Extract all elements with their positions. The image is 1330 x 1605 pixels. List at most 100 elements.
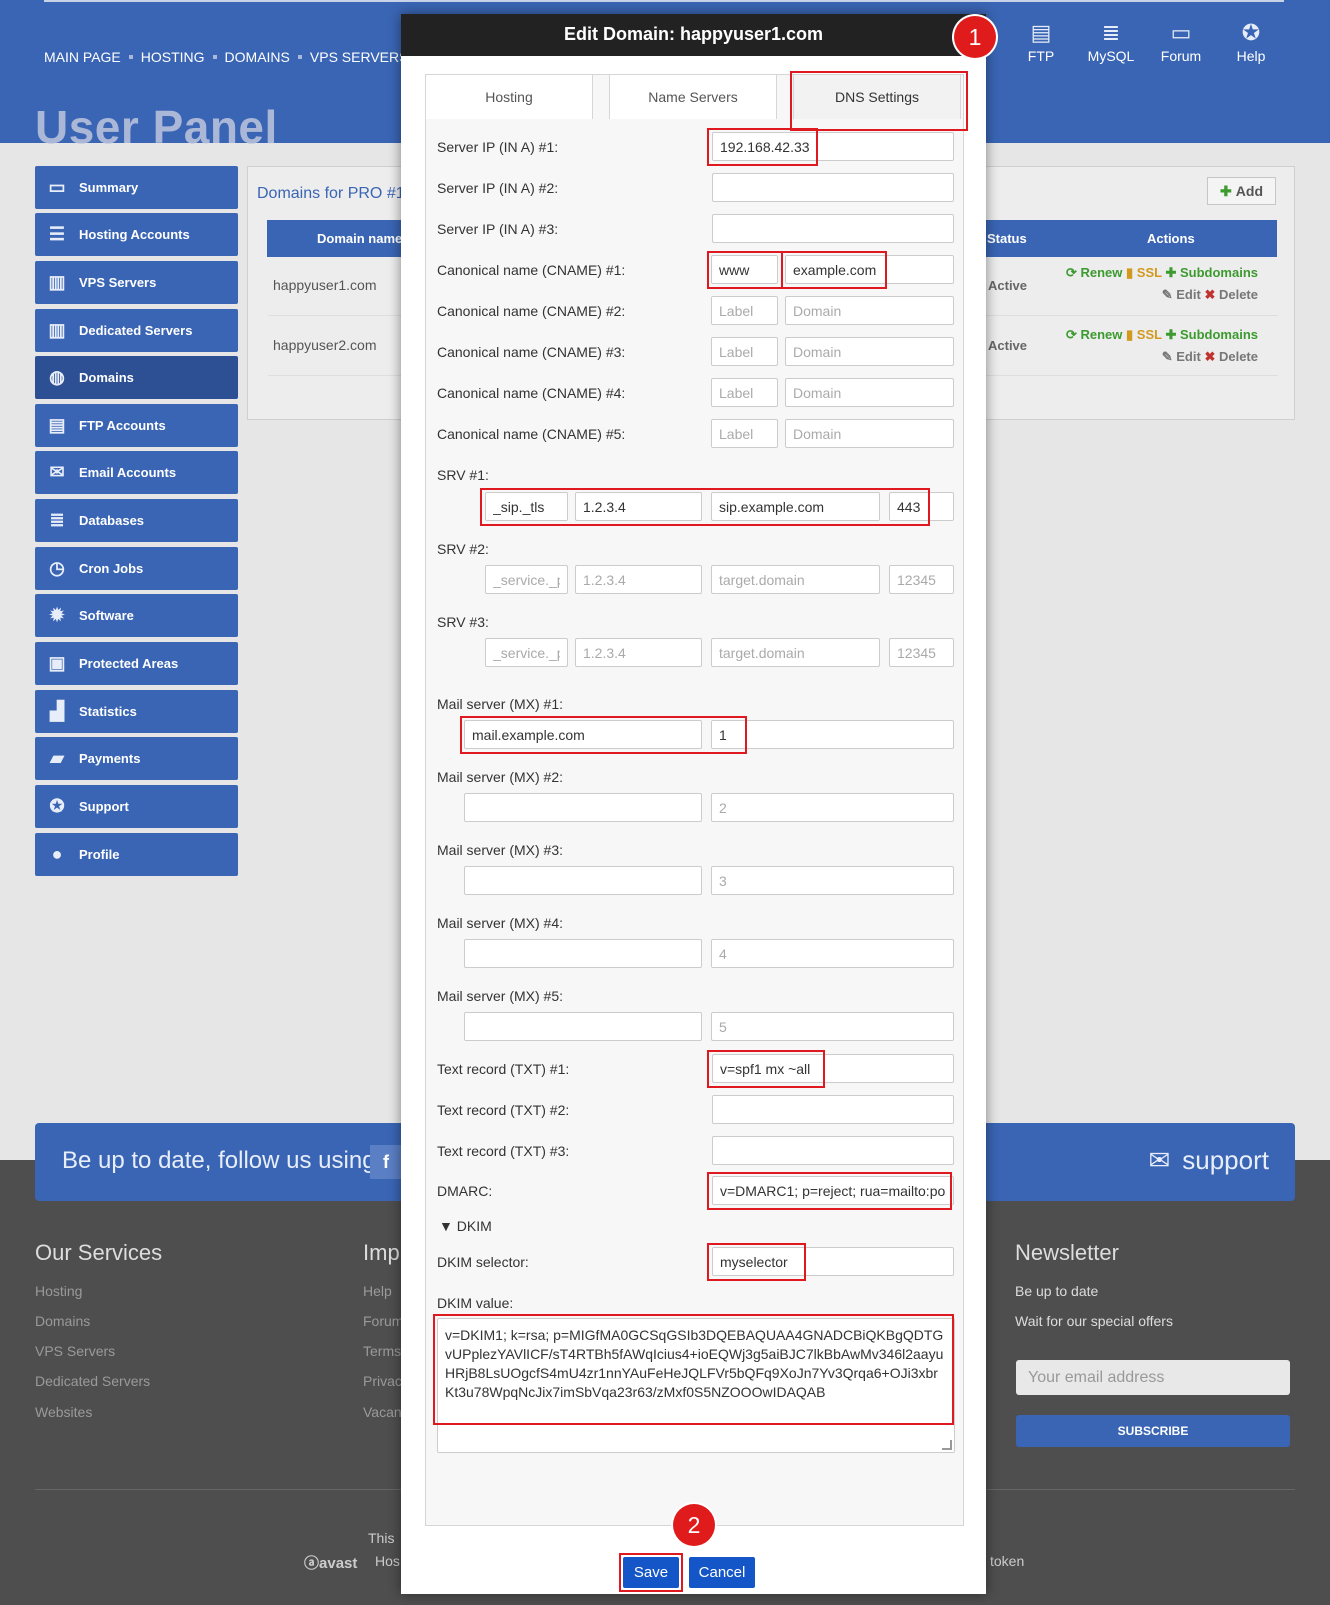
footer-link-dedicated-servers[interactable]: Dedicated Servers [35, 1373, 150, 1389]
dkim-value-textarea[interactable]: v=DKIM1; k=rsa; p=MIGfMA0GCSqGSIb3DQEBAQ… [437, 1318, 955, 1453]
cname-1-label-input[interactable] [711, 255, 778, 284]
nav-hosting[interactable]: HOSTING [141, 49, 205, 65]
subscribe-button[interactable]: SUBSCRIBE [1016, 1415, 1290, 1447]
srv-2-service-input[interactable] [485, 565, 568, 594]
sidebar-item-payments[interactable]: ▰ Payments [35, 737, 238, 780]
top-link-ftp[interactable]: ▤ FTP [1011, 18, 1071, 64]
delete-link[interactable]: ✖ Delete [1204, 349, 1258, 364]
renew-link[interactable]: ⟳ Renew [1066, 265, 1122, 280]
a-record-2-input[interactable] [712, 173, 954, 202]
sidebar-item-vps-servers[interactable]: ▥ VPS Servers [35, 261, 238, 304]
tab-name-servers[interactable]: Name Servers [609, 74, 777, 119]
newsletter-email-input[interactable] [1016, 1360, 1290, 1395]
srv-1-ip-input[interactable] [575, 492, 702, 521]
cname-3-label-input[interactable] [711, 337, 778, 366]
footer-link-terms[interactable]: Terms [363, 1343, 401, 1359]
footer-link-domains[interactable]: Domains [35, 1313, 90, 1329]
facebook-icon[interactable]: f [370, 1145, 402, 1179]
footer-link-websites[interactable]: Websites [35, 1404, 92, 1420]
dkim-selector-input[interactable] [712, 1247, 954, 1276]
add-domain-button[interactable]: ✚ Add [1207, 177, 1276, 205]
top-link-mysql[interactable]: ≣ MySQL [1081, 18, 1141, 64]
srv-2-port-input[interactable] [889, 565, 954, 594]
resize-grip-icon[interactable] [942, 1440, 952, 1450]
edit-link[interactable]: ✎ Edit [1162, 287, 1201, 302]
subdomains-link[interactable]: ✚ Subdomains [1165, 265, 1258, 280]
mx-2-server-input[interactable] [464, 793, 702, 822]
cname-4-domain-input[interactable] [785, 378, 954, 407]
sidebar-item-email-accounts[interactable]: ✉ Email Accounts [35, 451, 238, 494]
cname-4-label-input[interactable] [711, 378, 778, 407]
footer-link-hosting[interactable]: Hosting [35, 1283, 82, 1299]
srv-1-target-input[interactable] [711, 492, 880, 521]
sidebar-item-hosting-accounts[interactable]: ☰ Hosting Accounts [35, 213, 238, 256]
srv-3-service-input[interactable] [485, 638, 568, 667]
mx-4-priority-input[interactable] [711, 939, 954, 968]
support-link[interactable]: ✉ support [1148, 1145, 1269, 1176]
dmarc-input[interactable] [712, 1176, 954, 1205]
srv-3-port-input[interactable] [889, 638, 954, 667]
mx-5-server-input[interactable] [464, 1012, 702, 1041]
cname-2-domain-input[interactable] [785, 296, 954, 325]
cancel-button[interactable]: Cancel [689, 1557, 755, 1588]
tab-dns-settings[interactable]: DNS Settings [793, 74, 961, 119]
dkim-toggle[interactable]: ▼ DKIM [439, 1218, 492, 1234]
footer-link-forum[interactable]: Forum [363, 1313, 403, 1329]
a-record-1-input[interactable] [712, 132, 954, 161]
mx-3-server-input[interactable] [464, 866, 702, 895]
txt-2-input[interactable] [712, 1095, 954, 1124]
txt-3-input[interactable] [712, 1136, 954, 1165]
srv-2-ip-input[interactable] [575, 565, 702, 594]
ssl-link[interactable]: ▮ SSL [1126, 265, 1162, 280]
sidebar-item-protected-areas[interactable]: ▣ Protected Areas [35, 642, 238, 685]
srv-1-port-input[interactable] [889, 492, 954, 521]
cname-2-label-input[interactable] [711, 296, 778, 325]
renew-link[interactable]: ⟳ Renew [1066, 327, 1122, 342]
domain-name-cell[interactable]: happyuser2.com [273, 337, 377, 353]
sidebar-item-databases[interactable]: ≣ Databases [35, 499, 238, 542]
srv-3-target-input[interactable] [711, 638, 880, 667]
footer-link-help[interactable]: Help [363, 1283, 392, 1299]
edit-link[interactable]: ✎ Edit [1162, 349, 1201, 364]
cname-5-label-input[interactable] [711, 419, 778, 448]
sidebar-item-label: Summary [79, 180, 139, 195]
mx-4-server-input[interactable] [464, 939, 702, 968]
sidebar-item-domains[interactable]: ◍ Domains [35, 356, 238, 399]
ssl-link[interactable]: ▮ SSL [1126, 327, 1162, 342]
delete-link[interactable]: ✖ Delete [1204, 287, 1258, 302]
nav-main-page[interactable]: MAIN PAGE [44, 49, 121, 65]
txt-1-input[interactable] [712, 1054, 954, 1083]
mx-1-priority-input[interactable] [711, 720, 954, 749]
top-link-help[interactable]: ✪ Help [1221, 18, 1281, 64]
sidebar-item-ftp-accounts[interactable]: ▤ FTP Accounts [35, 404, 238, 447]
footer-link-privacy[interactable]: Privac [363, 1373, 402, 1389]
footer-link-vps-servers[interactable]: VPS Servers [35, 1343, 115, 1359]
mx-1-server-input[interactable] [464, 720, 702, 749]
footer-link-vacancies[interactable]: Vacan [363, 1404, 402, 1420]
cname-3-domain-input[interactable] [785, 337, 954, 366]
cname-5-domain-input[interactable] [785, 419, 954, 448]
cname-1-domain-input[interactable] [785, 255, 954, 284]
srv-3-ip-input[interactable] [575, 638, 702, 667]
mx-5-priority-input[interactable] [711, 1012, 954, 1041]
save-button[interactable]: Save [623, 1557, 679, 1588]
sidebar-item-support[interactable]: ✪ Support [35, 785, 238, 828]
step-badge-1: 1 [954, 16, 996, 58]
tab-hosting[interactable]: Hosting [425, 74, 593, 119]
sidebar-item-summary[interactable]: ▭ Summary [35, 166, 238, 209]
mx-3-priority-input[interactable] [711, 866, 954, 895]
a-record-3-input[interactable] [712, 214, 954, 243]
nav-domains[interactable]: DOMAINS [225, 49, 290, 65]
domain-name-cell[interactable]: happyuser1.com [273, 277, 377, 293]
sidebar-item-cron-jobs[interactable]: ◷ Cron Jobs [35, 547, 238, 590]
nav-vps-servers[interactable]: VPS SERVERS [310, 49, 409, 65]
sidebar-item-dedicated-servers[interactable]: ▥ Dedicated Servers [35, 309, 238, 352]
subdomains-link[interactable]: ✚ Subdomains [1165, 327, 1258, 342]
sidebar-item-profile[interactable]: ● Profile [35, 833, 238, 876]
sidebar-item-statistics[interactable]: ▟ Statistics [35, 690, 238, 733]
srv-2-target-input[interactable] [711, 565, 880, 594]
sidebar-item-software[interactable]: ✹ Software [35, 594, 238, 637]
mx-2-priority-input[interactable] [711, 793, 954, 822]
srv-1-service-input[interactable] [485, 492, 568, 521]
top-link-forum[interactable]: ▭ Forum [1151, 18, 1211, 64]
